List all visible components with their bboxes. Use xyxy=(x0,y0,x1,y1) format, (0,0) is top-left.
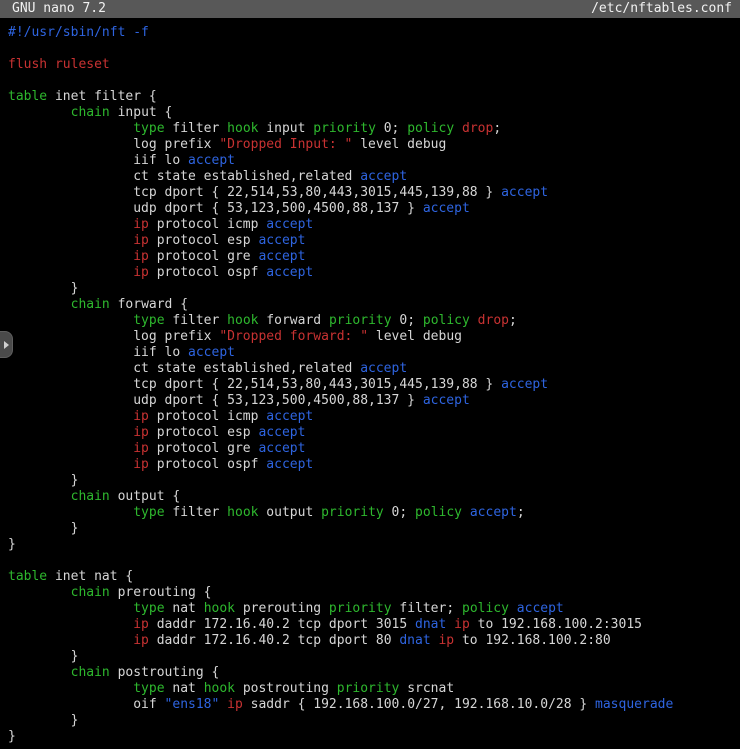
code-line xyxy=(8,553,740,569)
code-line: chain postrouting { xyxy=(8,665,740,681)
code-line: } xyxy=(8,473,740,489)
code-line: type nat hook postrouting priority srcna… xyxy=(8,681,740,697)
code-line: ip daddr 172.16.40.2 tcp dport 3015 dnat… xyxy=(8,617,740,633)
code-line: ip protocol gre accept xyxy=(8,249,740,265)
code-line: #!/usr/sbin/nft -f xyxy=(8,25,740,41)
code-line: ct state established,related accept xyxy=(8,361,740,377)
code-line: type nat hook prerouting priority filter… xyxy=(8,601,740,617)
code-line: ip protocol icmp accept xyxy=(8,217,740,233)
code-line: } xyxy=(8,649,740,665)
code-line: } xyxy=(8,729,740,745)
code-line: type filter hook input priority 0; polic… xyxy=(8,121,740,137)
code-line: tcp dport { 22,514,53,80,443,3015,445,13… xyxy=(8,185,740,201)
novnc-control-bar-handle[interactable] xyxy=(0,331,13,358)
code-line xyxy=(8,41,740,57)
terminal-window: GNU nano 7.2 /etc/nftables.conf #!/usr/s… xyxy=(0,0,740,749)
code-line: udp dport { 53,123,500,4500,88,137 } acc… xyxy=(8,393,740,409)
code-line: ip protocol icmp accept xyxy=(8,409,740,425)
code-line: } xyxy=(8,281,740,297)
terminal-screen[interactable]: #!/usr/sbin/nft -f flush ruleset table ine… xyxy=(0,18,740,745)
code-line: flush ruleset xyxy=(8,57,740,73)
nano-titlebar: GNU nano 7.2 /etc/nftables.conf xyxy=(0,0,740,18)
code-line: table inet nat { xyxy=(8,569,740,585)
code-line: chain input { xyxy=(8,105,740,121)
code-line: oif "ens18" ip saddr { 192.168.100.0/27,… xyxy=(8,697,740,713)
code-line: chain output { xyxy=(8,489,740,505)
code-line: } xyxy=(8,521,740,537)
code-line: iif lo accept xyxy=(8,153,740,169)
code-line: ct state established,related accept xyxy=(8,169,740,185)
code-line: chain prerouting { xyxy=(8,585,740,601)
code-line: type filter hook forward priority 0; pol… xyxy=(8,313,740,329)
code-line: } xyxy=(8,537,740,553)
code-line: ip protocol ospf accept xyxy=(8,457,740,473)
code-line: tcp dport { 22,514,53,80,443,3015,445,13… xyxy=(8,377,740,393)
code-line: iif lo accept xyxy=(8,345,740,361)
code-line: ip protocol esp accept xyxy=(8,425,740,441)
code-line: ip protocol gre accept xyxy=(8,441,740,457)
code-line: ip daddr 172.16.40.2 tcp dport 80 dnat i… xyxy=(8,633,740,649)
code-line: log prefix "Dropped forward: " level deb… xyxy=(8,329,740,345)
nano-version-label: GNU nano 7.2 xyxy=(12,0,106,18)
file-path-label: /etc/nftables.conf xyxy=(591,0,732,18)
code-line: ip protocol ospf accept xyxy=(8,265,740,281)
code-line: } xyxy=(8,713,740,729)
code-line: log prefix "Dropped Input: " level debug xyxy=(8,137,740,153)
code-line xyxy=(8,73,740,89)
code-line: chain forward { xyxy=(8,297,740,313)
chevron-right-icon xyxy=(4,341,9,349)
code-line: type filter hook output priority 0; poli… xyxy=(8,505,740,521)
code-line: ip protocol esp accept xyxy=(8,233,740,249)
code-line: table inet filter { xyxy=(8,89,740,105)
code-line: udp dport { 53,123,500,4500,88,137 } acc… xyxy=(8,201,740,217)
